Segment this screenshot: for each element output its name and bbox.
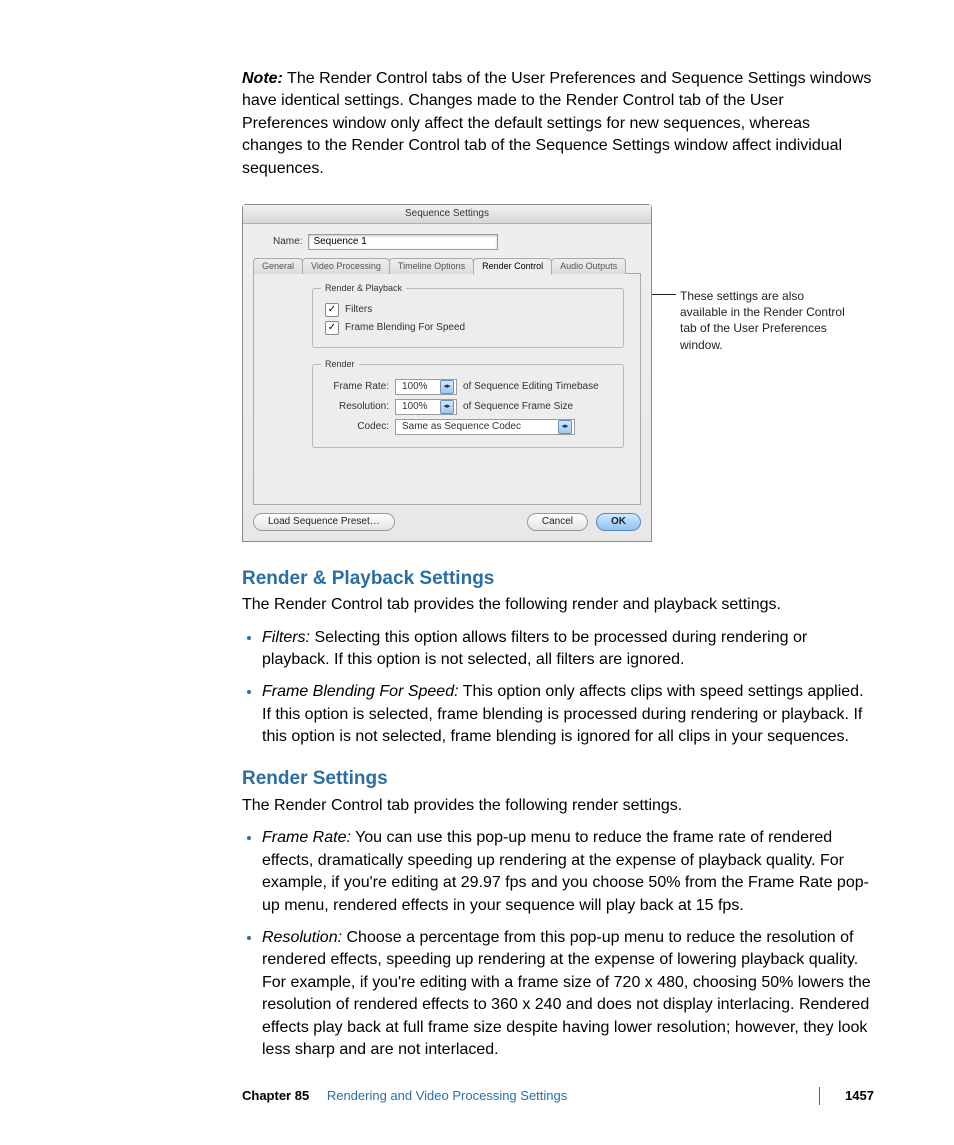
resolution-value: 100% [402, 400, 428, 414]
sequence-settings-window: Sequence Settings Name: Sequence 1 Gener… [242, 204, 652, 542]
list-item: Frame Rate: You can use this pop-up menu… [262, 827, 874, 917]
group-render: Render Frame Rate: 100% ◂▸ of Sequence E… [312, 364, 624, 448]
page-footer: Chapter 85 Rendering and Video Processin… [242, 1087, 874, 1105]
resolution-suffix: of Sequence Frame Size [463, 400, 573, 414]
chapter-title: Rendering and Video Processing Settings [327, 1088, 567, 1103]
note-text: The Render Control tabs of the User Pref… [242, 70, 871, 177]
button-label: OK [611, 516, 626, 527]
tab-audio-outputs[interactable]: Audio Outputs [551, 258, 626, 274]
term-text: Choose a percentage from this pop-up men… [262, 929, 871, 1058]
section1-intro: The Render Control tab provides the foll… [242, 594, 874, 616]
stepper-icon: ◂▸ [440, 380, 454, 394]
tab-label: Audio Outputs [560, 261, 617, 271]
term: Resolution: [262, 929, 342, 946]
footer-rule [819, 1087, 820, 1105]
stepper-icon: ◂▸ [558, 420, 572, 434]
page-number: 1457 [845, 1087, 874, 1105]
heading-render-playback: Render & Playback Settings [242, 566, 874, 593]
button-label: Cancel [542, 516, 573, 527]
group-title: Render [321, 358, 359, 371]
frame-rate-suffix: of Sequence Editing Timebase [463, 380, 599, 394]
note-paragraph: Note: The Render Control tabs of the Use… [242, 68, 874, 180]
frame-rate-value: 100% [402, 380, 428, 394]
section2-intro: The Render Control tab provides the foll… [242, 795, 874, 817]
term-text: You can use this pop-up menu to reduce t… [262, 829, 869, 913]
tab-label: Timeline Options [398, 261, 465, 271]
tab-timeline-options[interactable]: Timeline Options [389, 258, 474, 274]
button-label: Load Sequence Preset… [268, 516, 380, 527]
tab-label: General [262, 261, 294, 271]
group-render-playback: Render & Playback ✓ Filters ✓ Frame Blen… [312, 288, 624, 348]
checkbox-filters[interactable]: ✓ [325, 303, 339, 317]
list-item: Resolution: Choose a percentage from thi… [262, 927, 874, 1061]
checkbox-filters-label: Filters [345, 303, 372, 317]
term-text: Selecting this option allows filters to … [262, 629, 807, 668]
resolution-select[interactable]: 100% ◂▸ [395, 399, 457, 415]
codec-value: Same as Sequence Codec [402, 420, 521, 434]
note-label: Note: [242, 70, 283, 87]
tab-label: Render Control [482, 261, 543, 271]
heading-render-settings: Render Settings [242, 766, 874, 793]
checkbox-frame-blending[interactable]: ✓ [325, 321, 339, 335]
codec-label: Codec: [325, 420, 389, 434]
term: Frame Rate: [262, 829, 351, 846]
ok-button[interactable]: OK [596, 513, 641, 531]
chapter-label: Chapter 85 [242, 1088, 309, 1103]
callout-line [652, 294, 676, 295]
resolution-label: Resolution: [325, 400, 389, 414]
tab-video-processing[interactable]: Video Processing [302, 258, 390, 274]
tab-general[interactable]: General [253, 258, 303, 274]
load-preset-button[interactable]: Load Sequence Preset… [253, 513, 395, 531]
callout: These settings are also available in the… [652, 288, 850, 353]
term: Filters: [262, 629, 310, 646]
name-label: Name: [273, 235, 302, 249]
list-item: Frame Blending For Speed: This option on… [262, 681, 874, 748]
callout-text: These settings are also available in the… [680, 288, 850, 353]
checkbox-frame-blending-label: Frame Blending For Speed [345, 321, 465, 335]
codec-select[interactable]: Same as Sequence Codec ◂▸ [395, 419, 575, 435]
frame-rate-select[interactable]: 100% ◂▸ [395, 379, 457, 395]
group-title: Render & Playback [321, 282, 406, 295]
frame-rate-label: Frame Rate: [325, 380, 389, 394]
stepper-icon: ◂▸ [440, 400, 454, 414]
list-item: Filters: Selecting this option allows fi… [262, 627, 874, 672]
window-title: Sequence Settings [243, 205, 651, 224]
tab-label: Video Processing [311, 261, 381, 271]
tab-render-control[interactable]: Render Control [473, 258, 552, 275]
term: Frame Blending For Speed: [262, 683, 459, 700]
name-value: Sequence 1 [313, 235, 366, 249]
name-field[interactable]: Sequence 1 [308, 234, 498, 250]
cancel-button[interactable]: Cancel [527, 513, 588, 531]
